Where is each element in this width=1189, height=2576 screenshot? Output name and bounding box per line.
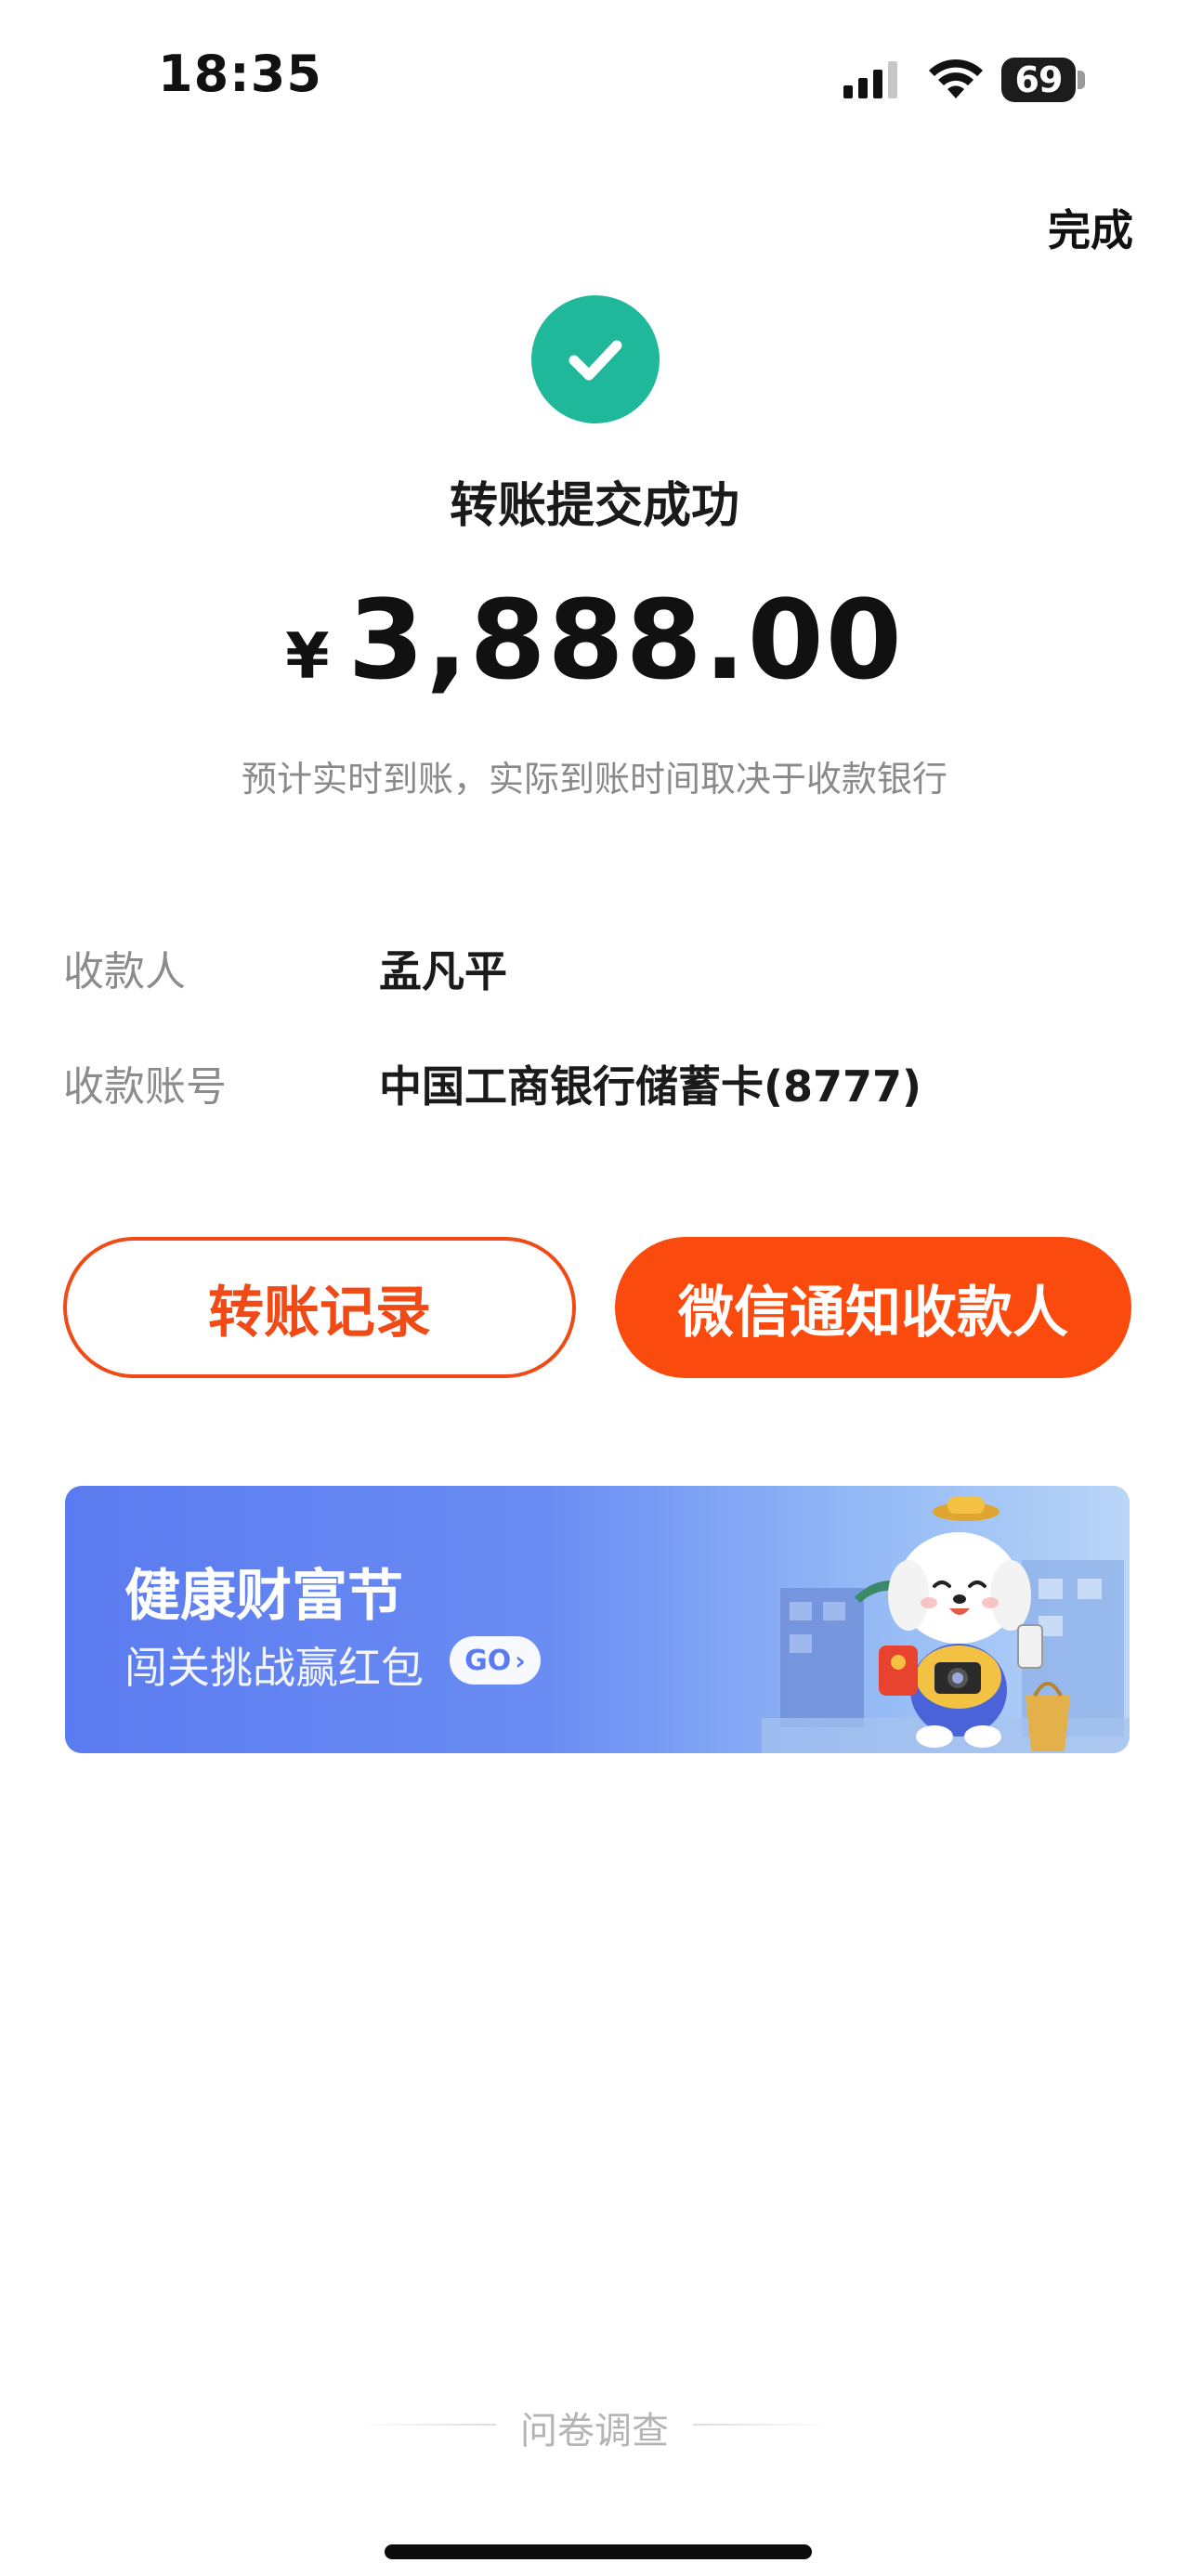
currency-symbol: ¥ bbox=[285, 620, 330, 694]
chevron-right-icon: › bbox=[515, 1645, 526, 1676]
battery-level: 69 bbox=[1014, 59, 1064, 100]
payee-value: 孟凡平 bbox=[379, 946, 507, 996]
go-badge[interactable]: GO › bbox=[450, 1636, 541, 1685]
account-value: 中国工商银行储蓄卡(8777) bbox=[379, 1061, 922, 1112]
promo-banner[interactable]: 健康财富节 闯关挑战赢红包 GO › bbox=[65, 1486, 1130, 1753]
payee-label: 收款人 bbox=[63, 948, 186, 995]
result-title: 转账提交成功 bbox=[449, 478, 739, 534]
status-time: 18:35 bbox=[158, 45, 322, 103]
wifi-icon bbox=[929, 59, 983, 98]
banner-title: 健康财富节 bbox=[124, 1564, 403, 1629]
amount-row: ¥ 3,888.00 bbox=[0, 576, 1189, 704]
signal-icon bbox=[843, 61, 897, 98]
go-label: GO bbox=[464, 1644, 512, 1677]
done-button[interactable]: 完成 bbox=[1048, 197, 1133, 258]
notify-payee-button[interactable]: 微信通知收款人 bbox=[615, 1237, 1131, 1378]
arrival-hint: 预计实时到账，实际到账时间取决于收款银行 bbox=[241, 759, 947, 800]
check-icon bbox=[531, 295, 660, 423]
home-indicator[interactable] bbox=[385, 2544, 812, 2559]
battery-cap bbox=[1078, 71, 1085, 89]
transfer-records-button[interactable]: 转账记录 bbox=[63, 1237, 576, 1378]
check-mark bbox=[568, 340, 622, 381]
survey-link[interactable]: 问卷调查 bbox=[0, 2400, 1189, 2454]
account-label: 收款账号 bbox=[63, 1063, 227, 1111]
mascot-illustration bbox=[762, 1497, 1130, 1753]
banner-subtitle: 闯关挑战赢红包 bbox=[124, 1643, 424, 1693]
battery-icon: 69 bbox=[1001, 58, 1076, 102]
transfer-amount: 3,888.00 bbox=[347, 576, 904, 704]
